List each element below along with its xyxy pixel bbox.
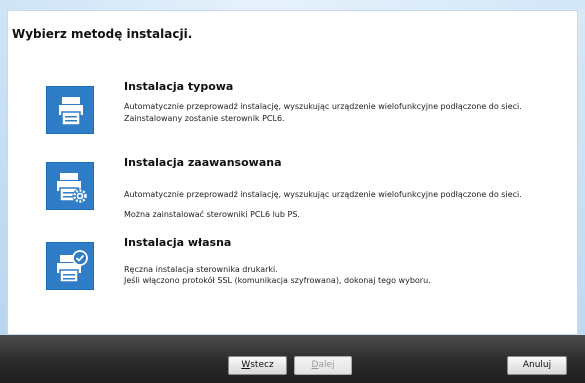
option-custom-desc-line2: Jeśli włączono protokół SSL (komunikacja… bbox=[124, 276, 431, 285]
option-advanced-desc-line1: Automatycznie przeprowadź instalację, wy… bbox=[124, 190, 522, 199]
option-typical-install[interactable]: Instalacja typowa Automatycznie przeprow… bbox=[40, 80, 570, 152]
back-button[interactable]: Wstecz bbox=[228, 356, 287, 375]
option-typical-desc-line1: Automatycznie przeprowadź instalację, wy… bbox=[124, 102, 522, 111]
cancel-button[interactable]: Anuluj bbox=[507, 356, 567, 375]
next-button[interactable]: Dalej bbox=[294, 356, 352, 375]
printer-check-icon[interactable] bbox=[46, 242, 94, 290]
window-top-frame bbox=[0, 0, 585, 10]
window-left-frame bbox=[0, 10, 7, 335]
option-typical-title[interactable]: Instalacja typowa bbox=[124, 80, 233, 93]
option-advanced-title[interactable]: Instalacja zaawansowana bbox=[124, 156, 282, 169]
bottom-button-bar: Wstecz Dalej Anuluj bbox=[0, 335, 585, 383]
window-right-frame bbox=[578, 10, 585, 335]
page-title: Wybierz metodę instalacji. bbox=[12, 27, 193, 41]
printer-icon[interactable] bbox=[46, 86, 94, 134]
option-advanced-install[interactable]: Instalacja zaawansowana Automatycznie pr… bbox=[40, 156, 570, 228]
option-typical-desc-line2: Zainstalowany zostanie sterownik PCL6. bbox=[124, 114, 285, 123]
option-custom-desc-line1: Ręczna instalacja sterownika drukarki. bbox=[124, 265, 278, 274]
option-custom-title[interactable]: Instalacja własna bbox=[124, 236, 231, 249]
option-custom-install[interactable]: Instalacja własna Ręczna instalacja ster… bbox=[40, 236, 570, 308]
option-advanced-desc-line2: Można zainstalować sterowniki PCL6 lub P… bbox=[124, 210, 300, 219]
printer-gear-icon[interactable] bbox=[46, 162, 94, 210]
